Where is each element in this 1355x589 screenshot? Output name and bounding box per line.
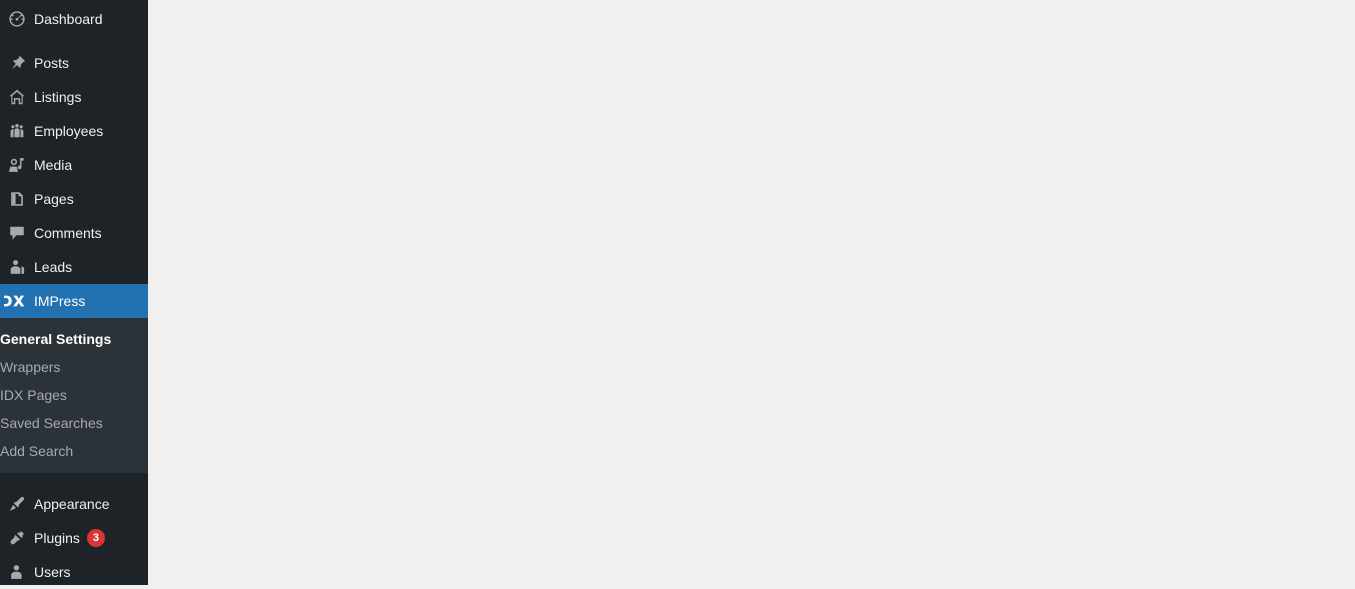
sidebar-item-impress[interactable]: IMPress [0, 284, 156, 318]
sidebar-item-label: Posts [34, 55, 70, 71]
submenu-link-general-settings[interactable]: General Settings [0, 325, 148, 353]
submenu-wrapper-impress: General Settings Wrappers IDX Pages Save… [0, 318, 148, 473]
wordpress-admin-screen: Dashboard Posts Listings Employees Media… [0, 0, 1355, 585]
plug-icon [0, 521, 34, 555]
sidebar-item-label: Leads [34, 259, 73, 275]
admin-content-area [148, 0, 1355, 585]
sidebar-item-plugins[interactable]: Plugins 3 [0, 521, 148, 555]
sidebar-item-label: Pages [34, 191, 74, 207]
sidebar-link-media[interactable]: Media [0, 148, 148, 182]
dashboard-gauge-icon [0, 2, 34, 36]
sidebar-item-comments[interactable]: Comments [0, 216, 148, 250]
media-camera-icon [0, 148, 34, 182]
sidebar-item-label: Media [34, 157, 73, 173]
page-document-icon [0, 182, 34, 216]
sidebar-link-employees[interactable]: Employees [0, 114, 148, 148]
comment-bubble-icon [0, 216, 34, 250]
sidebar-item-users[interactable]: Users [0, 555, 148, 589]
sidebar-item-media[interactable]: Media [0, 148, 148, 182]
submenu-impress: General Settings Wrappers IDX Pages Save… [0, 318, 148, 473]
sidebar-link-users[interactable]: Users [0, 555, 148, 589]
submenu-item-wrappers[interactable]: Wrappers [0, 353, 148, 381]
sidebar-item-listings[interactable]: Listings [0, 80, 148, 114]
sidebar-item-label: Users [34, 564, 71, 580]
sidebar-link-dashboard[interactable]: Dashboard [0, 2, 148, 36]
submenu-item-saved-searches[interactable]: Saved Searches [0, 409, 148, 437]
submenu-item-idx-pages[interactable]: IDX Pages [0, 381, 148, 409]
sidebar-link-posts[interactable]: Posts [0, 46, 148, 80]
plugins-update-badge: 3 [86, 529, 105, 547]
sidebar-item-label: Appearance [34, 496, 110, 512]
sidebar-item-label: Dashboard [34, 11, 103, 27]
dx-logo-icon [0, 284, 34, 318]
sidebar-item-label: Plugins [34, 530, 80, 546]
sidebar-item-leads[interactable]: Leads [0, 250, 148, 284]
sidebar-link-listings[interactable]: Listings [0, 80, 148, 114]
business-user-icon [0, 250, 34, 284]
sidebar-item-label: IMPress [34, 293, 86, 309]
pushpin-icon [0, 46, 34, 80]
user-icon [0, 555, 34, 589]
sidebar-item-posts[interactable]: Posts [0, 46, 148, 80]
sidebar-item-label: Listings [34, 89, 82, 105]
sidebar-link-plugins[interactable]: Plugins 3 [0, 521, 148, 555]
menu-separator-bottom [0, 473, 148, 487]
sidebar-item-pages[interactable]: Pages [0, 182, 148, 216]
sidebar-item-appearance[interactable]: Appearance [0, 487, 148, 521]
sidebar-link-leads[interactable]: Leads [0, 250, 148, 284]
house-icon [0, 80, 34, 114]
submenu-item-general-settings[interactable]: General Settings [0, 325, 148, 353]
sidebar-item-label: Comments [34, 225, 102, 241]
sidebar-link-impress[interactable]: IMPress [0, 284, 156, 318]
submenu-item-add-search[interactable]: Add Search [0, 437, 148, 465]
admin-sidebar: Dashboard Posts Listings Employees Media… [0, 0, 156, 585]
submenu-link-add-search[interactable]: Add Search [0, 437, 148, 465]
admin-menu-list: Dashboard Posts Listings Employees Media… [0, 0, 156, 589]
buddy-group-icon [0, 114, 34, 148]
submenu-link-idx-pages[interactable]: IDX Pages [0, 381, 148, 409]
sidebar-item-label: Employees [34, 123, 104, 139]
sidebar-item-dashboard[interactable]: Dashboard [0, 2, 148, 36]
submenu-link-wrappers[interactable]: Wrappers [0, 353, 148, 381]
sidebar-item-employees[interactable]: Employees [0, 114, 148, 148]
sidebar-link-comments[interactable]: Comments [0, 216, 148, 250]
submenu-link-saved-searches[interactable]: Saved Searches [0, 409, 148, 437]
sidebar-link-appearance[interactable]: Appearance [0, 487, 148, 521]
paintbrush-icon [0, 487, 34, 521]
sidebar-link-pages[interactable]: Pages [0, 182, 148, 216]
